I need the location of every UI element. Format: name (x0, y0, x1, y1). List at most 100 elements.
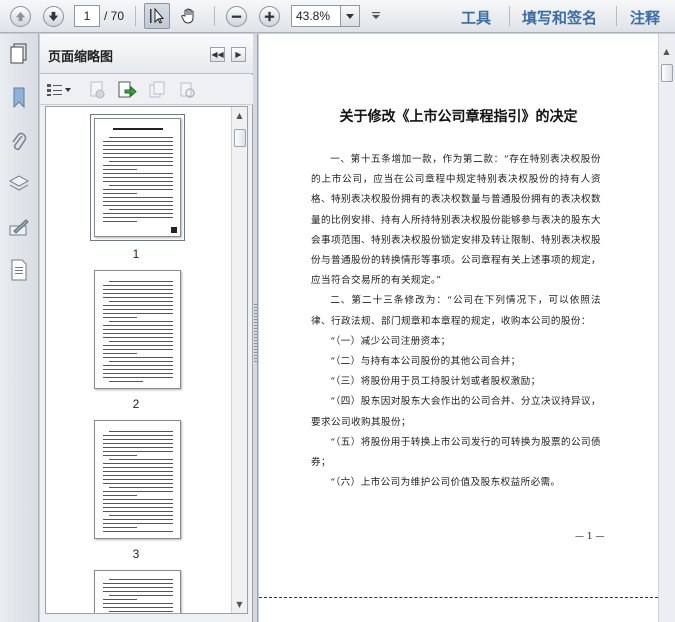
zoom-out-button[interactable] (223, 4, 249, 28)
thumbnail-text-line (103, 583, 173, 584)
thumbnail-text-line (109, 611, 173, 612)
thumbnail-text-line (103, 169, 137, 170)
page-thumbnails-button[interactable] (7, 42, 31, 66)
thumbnails-scrollbar[interactable]: ▲ ▼ (231, 107, 247, 613)
thumbnail-page-4[interactable] (94, 570, 181, 613)
thumbnail-label: 1 (132, 247, 140, 261)
arrow-up-icon (9, 5, 31, 27)
thumbnail-text-line (103, 213, 173, 214)
page-number-input[interactable]: 1 (74, 5, 100, 27)
attachments-button[interactable] (7, 130, 31, 154)
scrollbar-thumb[interactable] (234, 129, 246, 147)
thumbnail-text-line (103, 173, 173, 174)
content-button[interactable] (7, 258, 31, 282)
document-view[interactable]: 关于修改《上市公司章程指引》的决定 一、第十五条增加一款，作为第二款：“存在特别… (259, 34, 675, 622)
bookmarks-button[interactable] (7, 86, 31, 110)
page-break-line (259, 597, 658, 598)
thumbnails-list[interactable]: 1 2 3 ▲ ▼ (45, 106, 248, 614)
thumbnail-text-line (109, 301, 173, 302)
thumbnail-text-line (103, 475, 173, 476)
fill-and-sign-button[interactable]: 填写和签名 (522, 7, 597, 28)
minus-icon (225, 5, 247, 27)
thumbnail-page-3[interactable] (94, 420, 181, 539)
paragraph: “（三）将股份用于员工持股计划或者股权激励； (330, 376, 541, 388)
plus-icon (258, 5, 280, 27)
thumbnail-text-line (103, 289, 173, 290)
thumbnail-text-line (103, 507, 173, 508)
hand-icon (181, 8, 194, 24)
collapse-panel-button[interactable]: ◀◀ (210, 47, 225, 62)
thumbnail-text-line (103, 217, 173, 218)
rotate-pages-button[interactable] (176, 80, 198, 100)
chevron-right-icon: ▶ (235, 50, 242, 59)
hand-tool-button[interactable] (176, 3, 202, 29)
layers-button[interactable] (7, 172, 31, 196)
thumbnail-text-line (103, 495, 137, 496)
chevron-down-icon (372, 12, 380, 19)
delete-pages-button[interactable] (86, 80, 108, 100)
thumbnail-text-line (109, 341, 173, 342)
thumbnail-text-line (103, 149, 173, 150)
next-page-button[interactable] (40, 4, 66, 28)
thumbnail-text-line (103, 329, 173, 330)
document-page: 关于修改《上市公司章程指引》的决定 一、第十五条增加一款，作为第二款：“存在特别… (259, 34, 658, 622)
thumbnail-text-line (103, 603, 173, 604)
page-copy-icon (149, 81, 165, 98)
more-tools-dropdown[interactable] (370, 10, 382, 22)
thumbnail-text-line (103, 297, 173, 298)
page-number-footer: — 1 — (575, 532, 605, 542)
thumbnail-text-line (103, 157, 173, 158)
thumbnail-text-line (103, 451, 173, 452)
thumbnail-text-line (109, 487, 173, 488)
thumbnail-label: 3 (132, 547, 140, 561)
thumbnail-page-1[interactable] (94, 118, 181, 237)
comment-button[interactable]: 注释 (630, 7, 660, 28)
panel-splitter[interactable] (253, 34, 258, 622)
thumbnail-text-line (109, 459, 173, 460)
paragraph: 二、第二十三条修改为：“公司在下列情况下，可以依照法律、行政法规、部门规章和本章… (311, 295, 601, 327)
thumbnail-text-line (103, 523, 173, 524)
thumbnail-marker (171, 227, 177, 233)
zoom-dropdown-button[interactable] (340, 5, 360, 27)
thumbnail-text-line (103, 333, 173, 334)
insert-page-button[interactable] (116, 80, 138, 100)
thumbnail-text-line (109, 209, 173, 210)
extract-pages-button[interactable] (146, 80, 168, 100)
thumbnail-text-line (103, 443, 173, 444)
tools-button[interactable]: 工具 (461, 7, 491, 28)
thumbnail-text-line (103, 377, 173, 378)
options-menu-button[interactable] (44, 80, 74, 100)
zoom-level-input[interactable]: 43.8% (291, 5, 341, 27)
thumbnail-text-line (103, 599, 137, 600)
paragraph: “（一）减少公司注册资本； (330, 335, 451, 347)
paragraph: “（六）上市公司为维护公司价值及股东权益所必需。 (330, 477, 561, 489)
thumbnail-text-line (103, 313, 173, 314)
page-thumbnails-panel: 页面缩略图 ◀◀ ▶ 1 2 3 ▲ ▼ (40, 34, 253, 622)
scrollbar-thumb[interactable] (661, 64, 673, 82)
previous-page-button[interactable] (7, 4, 33, 28)
arrow-down-icon (42, 5, 64, 27)
thumbnail-text-line (103, 165, 173, 166)
document-scrollbar[interactable]: ▲ (658, 34, 675, 622)
thumbnail-text-line (103, 153, 173, 154)
thumbnail-text-line (103, 221, 137, 222)
delete-page-icon (90, 81, 105, 99)
thumbnail-text-line (103, 181, 173, 182)
zoom-in-button[interactable] (256, 4, 282, 28)
signature-pen-icon (9, 219, 29, 236)
expand-panel-button[interactable]: ▶ (231, 47, 246, 62)
scroll-down-arrow-icon[interactable]: ▼ (234, 599, 245, 610)
thumbnail-text-line (103, 325, 173, 326)
thumbnail-text-line (103, 531, 173, 532)
thumbnail-text-line (103, 499, 173, 500)
signatures-button[interactable] (7, 216, 31, 240)
select-tool-button[interactable] (144, 3, 170, 29)
navigation-pane-strip (0, 34, 39, 622)
thumbnail-text-line (109, 381, 143, 382)
bookmark-icon (13, 87, 25, 109)
scroll-up-arrow-icon[interactable]: ▲ (234, 110, 245, 121)
thumbnail-text-line (109, 137, 173, 138)
thumbnail-text-line (103, 349, 173, 350)
thumbnail-page-2[interactable] (94, 270, 181, 389)
scroll-up-arrow-icon[interactable]: ▲ (661, 46, 672, 57)
